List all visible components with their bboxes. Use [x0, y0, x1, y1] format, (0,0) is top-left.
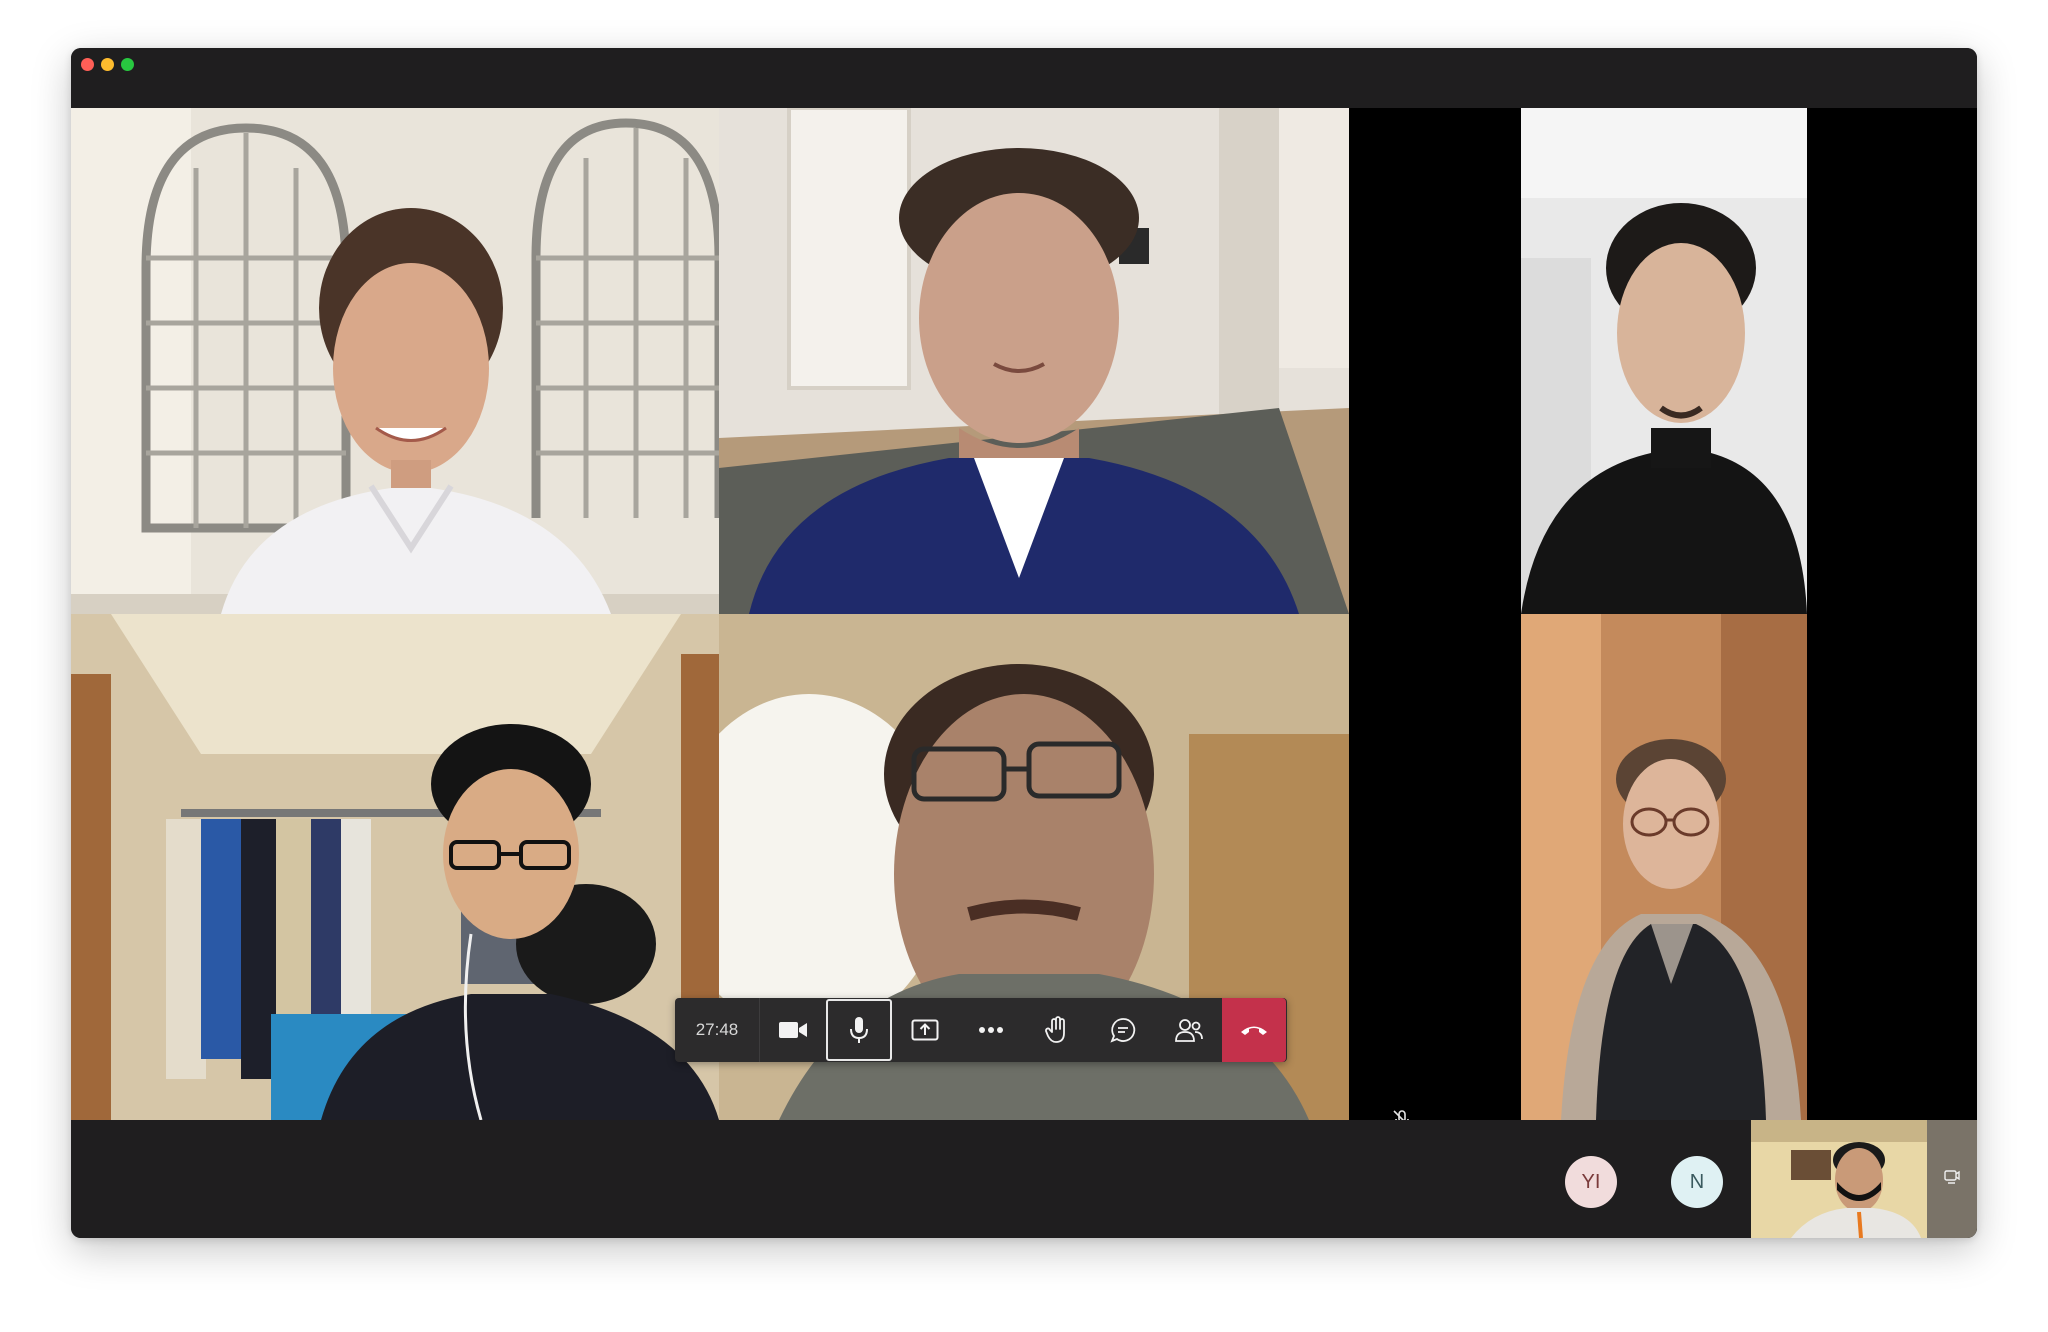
camera-icon — [778, 1019, 808, 1041]
chat-button[interactable] — [1090, 998, 1156, 1062]
empty-video-area — [1349, 108, 1521, 1120]
participants-button[interactable] — [1156, 998, 1222, 1062]
raise-hand-icon — [1044, 1016, 1070, 1044]
self-video-preview[interactable] — [1751, 1120, 1927, 1238]
more-options-icon — [978, 1026, 1004, 1034]
participant-avatar[interactable]: N — [1671, 1156, 1723, 1208]
close-window-button[interactable] — [81, 58, 94, 71]
video-stage — [71, 108, 1977, 1128]
participant-video-tile[interactable] — [719, 108, 1349, 614]
share-screen-icon — [911, 1018, 939, 1042]
microphone-icon — [848, 1015, 870, 1045]
maximize-window-button[interactable] — [121, 58, 134, 71]
microphone-button[interactable] — [826, 999, 892, 1061]
call-timer: 27:48 — [675, 998, 760, 1062]
camera-switch-icon — [1943, 1168, 1961, 1191]
chat-icon — [1109, 1016, 1137, 1044]
hang-up-button[interactable] — [1222, 998, 1286, 1062]
self-view-toggle[interactable] — [1927, 1120, 1977, 1238]
minimize-window-button[interactable] — [101, 58, 114, 71]
title-bar — [71, 48, 1977, 108]
participant-video-tile[interactable] — [1521, 108, 1807, 614]
participant-strip: YI N — [71, 1120, 1977, 1238]
participant-avatar[interactable]: YI — [1565, 1156, 1617, 1208]
more-options-button[interactable] — [958, 998, 1024, 1062]
meeting-window: 27:48 YI N — [71, 48, 1977, 1238]
hang-up-icon — [1239, 1023, 1269, 1037]
participants-icon — [1174, 1017, 1204, 1043]
camera-button[interactable] — [760, 998, 826, 1062]
participant-video-tile[interactable] — [71, 614, 719, 1120]
participant-video-tile[interactable] — [1521, 614, 1807, 1120]
raise-hand-button[interactable] — [1024, 998, 1090, 1062]
call-control-bar: 27:48 — [675, 998, 1287, 1062]
share-screen-button[interactable] — [892, 998, 958, 1062]
empty-video-area — [1807, 108, 1977, 1120]
participant-video-tile[interactable] — [71, 108, 719, 614]
